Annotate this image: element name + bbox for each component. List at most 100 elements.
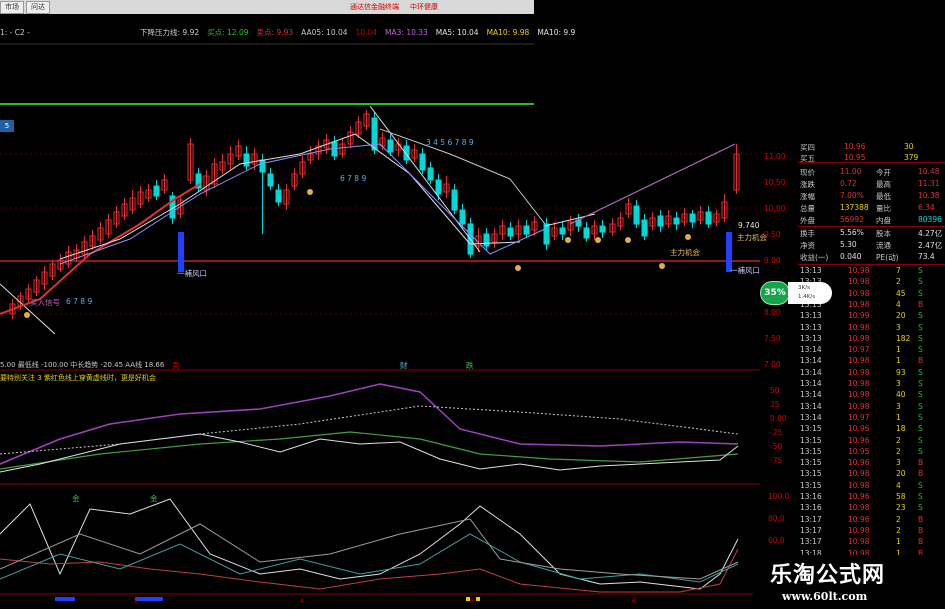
osc2-tick: 60.0 [768,536,785,545]
trade-side: S [918,379,923,388]
candle-body [559,227,566,235]
trade-volume: 18 [896,424,906,434]
toolbar-strip: 市场 问达 通达信金融终端 中环健康 [0,0,534,14]
quote-row: 13:17 10.96 2 B [800,515,944,526]
signal-dot [307,189,313,195]
trade-volume: 20 [896,311,906,321]
flag-drop: 跌 [466,361,474,370]
stat-label: 外盘 [800,216,815,225]
trade-time: 13:14 [800,345,822,355]
quote-row: 13:14 10.98 3 S [800,379,944,390]
candle-body [543,223,550,245]
candle-body [387,139,394,153]
trade-volume: 3 [896,401,901,411]
quote-row: 13:15 10.98 20 B [800,469,944,480]
ma-white [59,133,521,260]
tab-market[interactable]: 市场 [0,1,24,14]
trade-volume: 23 [896,503,906,513]
time-tick: 6 [632,598,636,605]
trade-side: S [918,311,923,321]
trade-side: B [918,299,924,309]
osc1-tick: -25 [770,428,783,437]
trade-volume: 2 [896,277,901,287]
trade-price: 10.98 [848,503,870,513]
bid-volume: 379 [904,153,919,162]
osc1-tick: 25 [770,400,780,409]
price-marker: 9.740 [738,221,760,230]
stat-value: 6.34 [918,203,935,212]
stat-value: 5.56% [840,228,864,237]
stat-value: 56992 [840,215,864,224]
stat-label: 今开 [876,168,891,177]
trade-price: 10.96 [848,435,870,445]
trade-time: 13:15 [800,458,822,468]
trade-price: 10.98 [848,277,870,287]
trade-side: S [918,446,923,456]
trade-price: 10.96 [848,514,870,524]
chart-badge: 5 [0,120,14,132]
time-tick: 3 [134,598,138,605]
quote-row: 13:15 10.96 3 B [800,458,944,469]
trade-side: S [918,277,923,287]
stat-value: 5.30 [840,240,857,249]
candle-body [243,153,250,167]
candle-body [435,179,442,195]
trade-side: S [918,322,923,332]
stat-value: 11.00 [840,167,862,176]
bid-label: 买四 [800,143,815,152]
trade-side: S [918,492,923,501]
flag-finance: 财 [400,361,408,370]
main-chart[interactable] [0,14,800,609]
candle-body [153,185,160,197]
buy-signal-label: 买入信号 [30,298,60,307]
quote-row: 收益(一) 0.040 PE(动) 73.4 [800,252,944,263]
stat-label: 最低 [876,192,891,201]
trade-time: 13:16 [800,492,822,501]
trade-volume: 20 [896,469,906,479]
quote-row: 买四 10.96 30 [800,142,944,153]
cpu-usage-badge[interactable]: 35% [760,281,790,305]
trade-side: S [918,424,923,434]
trade-price: 10.97 [848,412,870,422]
trade-volume: 3 [896,458,901,468]
trade-price: 10.98 [848,367,870,377]
trade-volume: 93 [896,367,906,377]
trade-price: 10.98 [848,299,870,309]
stat-label: 股本 [876,229,891,238]
osc1-note: 要特别关注 3 紫红色线上穿黄虚线时，更是好机会 [0,374,156,382]
candle-body [451,189,458,211]
price-tick: 9.50 [764,230,781,239]
quote-row: 13:17 10.98 1 B [800,537,944,548]
quote-row: 涨幅 7.00% 最低 10.38 [800,191,944,202]
trade-side: S [918,345,923,355]
trade-price: 10.99 [848,311,870,321]
trade-volume: 7 [896,266,901,275]
trade-volume: 2 [896,525,901,535]
divider [798,264,945,265]
trade-price: 10.98 [848,333,870,343]
candle-body [275,189,282,203]
trade-time: 13:13 [800,333,822,343]
candle-body [403,145,410,161]
flag-sell: 卖 [172,361,180,370]
quote-row: 13:13 10.98 182 S [800,334,944,345]
ma-red [0,183,201,315]
wave-numbers: 6 7 8 9 [340,174,367,183]
bid-price: 10.96 [844,142,866,151]
quote-row: 13:13 10.98 3 S [800,323,944,334]
trade-price: 10.98 [848,480,870,490]
stat-value: 4.27亿 [918,229,943,238]
trade-volume: 182 [896,333,911,343]
signal-dot [24,312,30,318]
quote-row: 13:14 10.97 1 S [800,345,944,356]
stat-value: 2.47亿 [918,241,943,250]
watermark-url: www.60lt.com [782,590,868,603]
trade-time: 13:17 [800,514,822,524]
bid-volume: 30 [904,142,914,151]
downtrend-line-mid [369,105,481,253]
stat-label: 最高 [876,180,891,189]
trade-time: 13:13 [800,266,822,275]
price-tick: 10.00 [764,204,786,213]
tab-wenda[interactable]: 问达 [26,1,50,14]
divider [798,226,945,227]
